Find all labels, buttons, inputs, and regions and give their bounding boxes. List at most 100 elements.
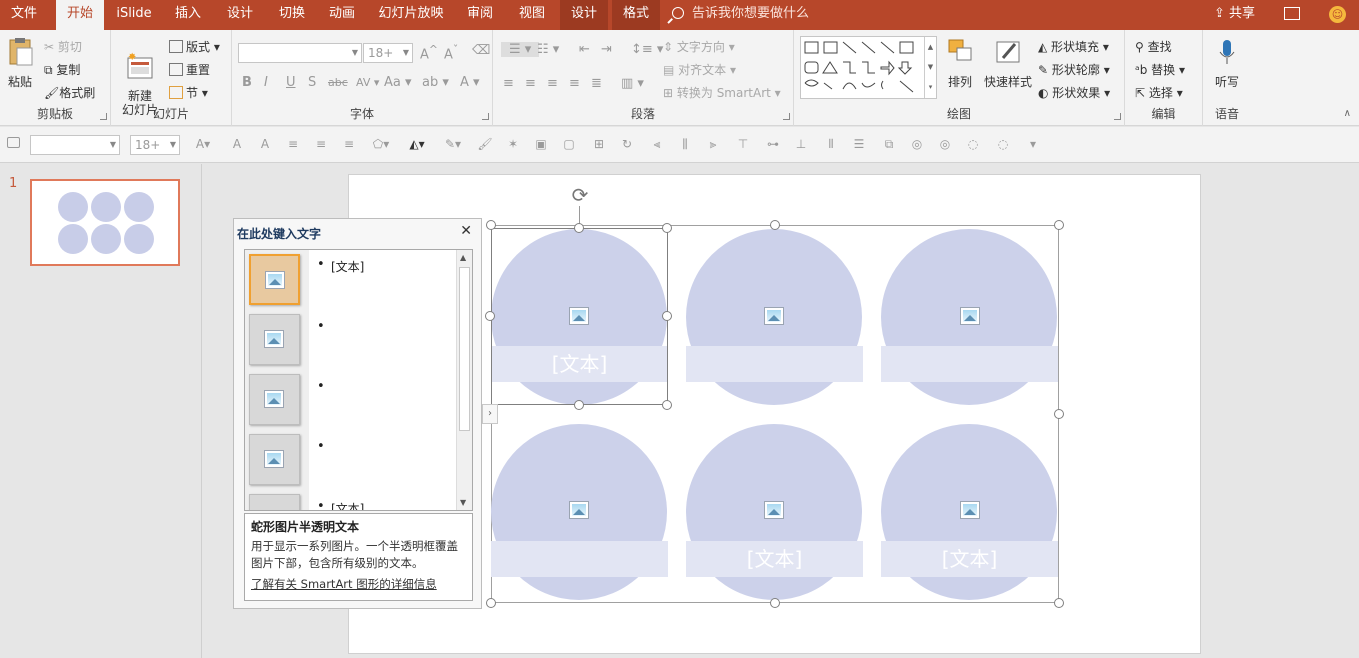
reset-button[interactable]: 重置 — [169, 61, 210, 78]
layout-button[interactable]: 版式 ▾ — [169, 38, 220, 55]
text-pane-bullet-5[interactable]: [文本] — [317, 499, 365, 510]
drawing-dialog-launcher[interactable] — [1114, 113, 1121, 120]
font-dialog-launcher[interactable] — [482, 113, 489, 120]
resize-handle[interactable] — [662, 400, 672, 410]
strikethrough-icon[interactable]: abc — [328, 76, 348, 89]
cut-button[interactable]: ✂ 剪切 — [44, 38, 82, 55]
slide-thumbnail[interactable] — [30, 179, 180, 266]
close-icon[interactable]: ✕ — [460, 223, 472, 239]
tab-format[interactable]: 格式 — [612, 0, 660, 30]
align-center-icon[interactable]: ≡ — [525, 76, 536, 91]
text-pane-bullet-1[interactable]: [文本] — [317, 257, 365, 275]
toolbar-combine-icon[interactable]: ◎ — [936, 136, 954, 152]
align-text-button[interactable]: ▤ 对齐文本 ▾ — [663, 61, 736, 78]
tab-slideshow[interactable]: 幻灯片放映 — [372, 0, 450, 30]
dictate-button[interactable]: 听写 — [1211, 36, 1243, 90]
text-pane-picture-4[interactable] — [249, 434, 300, 485]
italic-icon[interactable]: I — [264, 75, 268, 90]
convert-smartart-button[interactable]: ⊞ 转换为 SmartArt ▾ — [663, 84, 781, 101]
toolbar-more-icon[interactable]: ▾ — [1024, 136, 1042, 152]
section-button[interactable]: 节 ▾ — [169, 84, 208, 101]
paragraph-dialog-launcher[interactable] — [783, 113, 790, 120]
shadow-icon[interactable]: S — [308, 75, 316, 90]
increase-indent-icon[interactable]: ⇥ — [601, 42, 612, 57]
underline-icon[interactable]: U — [286, 75, 296, 90]
toolbar-distribute-v-icon[interactable]: ☰ — [850, 136, 868, 152]
text-pane-picture-5[interactable] — [249, 494, 300, 510]
decrease-indent-icon[interactable]: ⇤ — [579, 42, 590, 57]
rotate-handle-icon[interactable]: ⟳ — [568, 183, 592, 207]
smartart-text-3[interactable] — [881, 346, 1058, 382]
clipboard-dialog-launcher[interactable] — [100, 113, 107, 120]
scroll-down-icon[interactable]: ▼ — [460, 498, 466, 507]
scroll-up-icon[interactable]: ▲ — [460, 253, 466, 262]
toolbar-bring-forward-icon[interactable]: ▣ — [532, 136, 550, 152]
scroll-thumb[interactable] — [459, 267, 470, 431]
resize-handle[interactable] — [574, 223, 584, 233]
smartart-text-6[interactable]: [文本] — [881, 541, 1058, 577]
text-pane-picture-2[interactable] — [249, 314, 300, 365]
smartart-text-5[interactable]: [文本] — [686, 541, 863, 577]
toolbar-intersect-icon[interactable]: ◌ — [964, 136, 982, 152]
comment-icon[interactable] — [1284, 7, 1300, 20]
decrease-font-icon[interactable]: Aˇ — [444, 43, 458, 62]
shape-outline-button[interactable]: ✎ 形状轮廓 ▾ — [1038, 61, 1110, 78]
toolbar-align-right-objects-icon[interactable]: ⫸ — [704, 136, 722, 152]
toolbar-align-bottom-icon[interactable]: ⊥ — [792, 136, 810, 152]
shape-fill-button[interactable]: ◭ 形状填充 ▾ — [1038, 38, 1109, 55]
share-button[interactable]: ⇪ 共享 — [1214, 0, 1255, 30]
line-spacing-icon[interactable]: ↕≡ ▾ — [631, 42, 663, 57]
distribute-icon[interactable]: ≣ — [591, 76, 602, 91]
replace-button[interactable]: ᵃb 替换 ▾ — [1135, 61, 1185, 78]
smartart-text-4[interactable] — [491, 541, 668, 577]
toolbar-fill-icon[interactable]: ◭▾ — [404, 136, 430, 152]
toolbar-send-backward-icon[interactable]: ▢ — [560, 136, 578, 152]
align-left-icon[interactable]: ≡ — [503, 76, 514, 91]
tab-islide[interactable]: iSlide — [110, 0, 158, 30]
text-direction-button[interactable]: ⇕ 文字方向 ▾ — [663, 38, 735, 55]
tab-design[interactable]: 设计 — [218, 0, 262, 30]
textbox-icon[interactable] — [4, 136, 22, 152]
bullets-icon[interactable]: ☰ ▾ — [501, 42, 540, 57]
text-pane-picture-3[interactable] — [249, 374, 300, 425]
toolbar-grow-font-icon[interactable]: A — [228, 136, 246, 152]
picture-placeholder-icon[interactable] — [960, 501, 980, 519]
tab-review[interactable]: 审阅 — [458, 0, 502, 30]
tab-smartart-design[interactable]: 设计 — [560, 0, 608, 30]
tab-insert[interactable]: 插入 — [166, 0, 210, 30]
frame-handle[interactable] — [486, 598, 496, 608]
bold-icon[interactable]: B — [242, 75, 252, 90]
text-pane-editor[interactable]: [文本] [文本] ▲ ▼ — [244, 249, 473, 511]
toolbar-align-middle-icon[interactable]: ⊶ — [764, 136, 782, 152]
toolbar-selection-pane-icon[interactable]: ⊞ — [590, 136, 608, 152]
text-pane-toggle-chevron-icon[interactable]: › — [482, 404, 498, 424]
tab-animations[interactable]: 动画 — [320, 0, 364, 30]
text-pane-bullet-4[interactable] — [317, 439, 431, 454]
tab-home[interactable]: 开始 — [56, 0, 104, 30]
copy-button[interactable]: ⧉ 复制 — [44, 61, 80, 78]
text-pane-bullet-2[interactable] — [317, 319, 431, 334]
frame-handle[interactable] — [1054, 598, 1064, 608]
toolbar-union-icon[interactable]: ◎ — [908, 136, 926, 152]
toolbar-size-combo[interactable]: 18+ ▼ — [130, 135, 180, 155]
arrange-button[interactable]: 排列 — [944, 36, 976, 90]
frame-handle[interactable] — [770, 598, 780, 608]
select-button[interactable]: ⇱ 选择 ▾ — [1135, 84, 1183, 101]
change-case-icon[interactable]: Aa ▾ — [384, 75, 412, 90]
font-name-combo[interactable]: ▼ — [238, 43, 362, 63]
frame-handle[interactable] — [770, 220, 780, 230]
frame-handle[interactable] — [1054, 220, 1064, 230]
gallery-scroll[interactable]: ▲ ▼ ▾ — [924, 37, 936, 98]
smartart-text-2[interactable] — [686, 346, 863, 382]
feedback-smiley-icon[interactable]: ☺ — [1329, 6, 1346, 23]
tell-me-search[interactable]: 告诉我你想要做什么 — [672, 0, 809, 30]
toolbar-distribute-h-icon[interactable]: ⫴ — [822, 136, 840, 152]
picture-placeholder-icon[interactable] — [764, 501, 784, 519]
font-size-combo[interactable]: 18+ ▼ — [363, 43, 413, 63]
toolbar-align-right-icon[interactable]: ≡ — [340, 136, 358, 152]
shape-gallery[interactable]: ▲ ▼ ▾ — [800, 36, 937, 99]
toolbar-shrink-font-icon[interactable]: A — [256, 136, 274, 152]
format-painter-button[interactable]: 🖌格式刷 — [44, 84, 95, 101]
find-button[interactable]: ⚲ 查找 — [1135, 38, 1172, 55]
clear-format-icon[interactable]: ⌫ — [472, 43, 490, 58]
